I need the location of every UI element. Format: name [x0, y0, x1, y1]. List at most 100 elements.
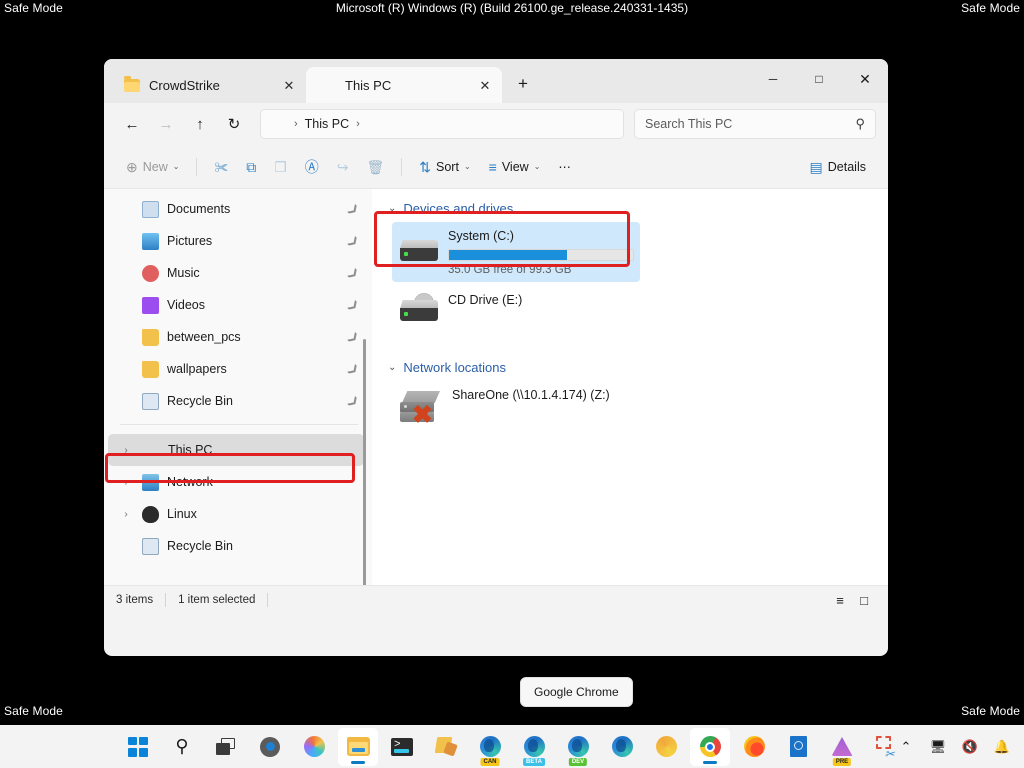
volume-muted-icon[interactable]: 🔇	[956, 732, 984, 762]
chevron-down-icon[interactable]: ⌄	[388, 362, 396, 373]
sidebar-item-documents[interactable]: Documents ❯	[108, 193, 364, 225]
notifications-icon[interactable]: 🔔	[988, 732, 1016, 762]
new-label: New	[142, 159, 168, 174]
task-view-button[interactable]	[206, 728, 246, 766]
folder-icon	[142, 328, 159, 346]
breadcrumb-item-this-pc[interactable]: This PC	[305, 117, 349, 131]
sidebar-item-label: wallpapers	[167, 362, 227, 376]
edge-canary-button[interactable]: CAN	[470, 728, 510, 766]
breadcrumb-separator-trailing[interactable]: ›	[356, 118, 360, 130]
hard-drive-icon	[400, 238, 438, 268]
plus-circle-icon: ⊕	[126, 158, 138, 175]
search-input[interactable]: Search This PC	[645, 117, 855, 131]
close-button[interactable]: ✕	[842, 59, 888, 99]
edge-icon	[523, 736, 545, 757]
premiere-button[interactable]: PRE	[822, 728, 862, 766]
sidebar-item-recycle-bin-pinned[interactable]: Recycle Bin ❯	[108, 385, 364, 417]
edge-dev-button[interactable]: DEV	[558, 728, 598, 766]
show-hidden-icons-button[interactable]: ⌃	[892, 732, 920, 762]
maximize-button[interactable]: □	[796, 59, 842, 99]
drive-usage-fill	[449, 250, 567, 260]
pin-icon[interactable]: ❯	[346, 201, 362, 217]
address-bar[interactable]: › This PC ›	[260, 109, 624, 139]
sidebar-item-videos[interactable]: Videos ❯	[108, 289, 364, 321]
copy-icon: ⧉	[246, 158, 257, 175]
sidebar-scrollbar[interactable]	[363, 339, 366, 585]
pin-icon[interactable]: ❯	[346, 329, 362, 345]
network-icon[interactable]: 🖥	[924, 732, 952, 762]
sidebar-item-between-pcs[interactable]: between_pcs ❯	[108, 321, 364, 353]
pin-icon[interactable]: ❯	[346, 361, 362, 377]
sidebar-item-music[interactable]: Music ❯	[108, 257, 364, 289]
search-button[interactable]: ⚲	[162, 728, 202, 766]
minimize-button[interactable]: ─	[750, 59, 796, 99]
pin-icon[interactable]: ❯	[346, 393, 362, 409]
pin-icon[interactable]: ❯	[346, 265, 362, 281]
sidebar-item-pictures[interactable]: Pictures ❯	[108, 225, 364, 257]
chevron-right-icon[interactable]: ›	[118, 509, 134, 520]
network-drive-name: ShareOne (\\10.1.4.174) (Z:)	[452, 388, 610, 402]
tab-close-icon[interactable]: ✕	[278, 74, 300, 96]
refresh-button[interactable]: ↻	[218, 109, 250, 139]
command-bar: ⊕ New ⌄ ✀ ⧉ ❐ Ⓐ ↪ 🗑 ⇅ Sort ⌄ ≡ View ⌄ ⋯	[104, 145, 888, 189]
sidebar-divider	[120, 424, 358, 425]
sidebar-item-this-pc[interactable]: › This PC	[108, 434, 364, 466]
group-title: Network locations	[403, 360, 506, 375]
search-icon[interactable]: ⚲	[855, 116, 865, 132]
drive-tile-system-c[interactable]: System (C:) 35.0 GB free of 99.3 GB	[392, 222, 640, 282]
edge-beta-button[interactable]: BETA	[514, 728, 554, 766]
cut-button[interactable]: ✀	[206, 152, 236, 182]
chevron-down-icon: ⌄	[172, 162, 180, 171]
firefox-button[interactable]	[734, 728, 774, 766]
chevron-right-icon[interactable]: ›	[118, 477, 134, 488]
more-options-button[interactable]: ⋯	[550, 152, 579, 182]
paste-button[interactable]: ❐	[266, 152, 295, 182]
back-button[interactable]: ←	[116, 109, 148, 139]
sort-icon: ⇅	[419, 158, 431, 175]
edge-button[interactable]	[602, 728, 642, 766]
copilot-button[interactable]	[294, 728, 334, 766]
new-button[interactable]: ⊕ New ⌄	[118, 152, 187, 182]
settings-button[interactable]	[250, 728, 290, 766]
sidebar-item-network[interactable]: › Network	[108, 466, 364, 498]
new-tab-button[interactable]: +	[508, 69, 538, 99]
copy-button[interactable]: ⧉	[238, 152, 264, 182]
list-view-button[interactable]: ≡	[828, 589, 852, 611]
sort-button[interactable]: ⇅ Sort ⌄	[411, 152, 478, 182]
docs-button[interactable]	[778, 728, 818, 766]
pin-icon[interactable]: ❯	[346, 233, 362, 249]
chrome-canary-button[interactable]	[646, 728, 686, 766]
tab-crowdstrike[interactable]: CrowdStrike ✕	[110, 67, 306, 103]
sidebar-item-linux[interactable]: › Linux	[108, 498, 364, 530]
google-chrome-button[interactable]	[690, 727, 730, 766]
group-header-network-locations[interactable]: ⌄ Network locations	[388, 360, 888, 375]
search-box[interactable]: Search This PC ⚲	[634, 109, 876, 139]
file-explorer-button[interactable]	[338, 727, 378, 766]
terminal-button[interactable]	[382, 728, 422, 766]
group-header-devices-and-drives[interactable]: ⌄ Devices and drives	[388, 201, 888, 216]
sidebar-item-recycle-bin[interactable]: Recycle Bin	[108, 530, 364, 562]
details-view-button[interactable]: □	[852, 589, 876, 611]
notepadpp-button[interactable]	[426, 728, 466, 766]
forward-button[interactable]: →	[150, 109, 182, 139]
up-button[interactable]: ↑	[184, 109, 216, 139]
share-button[interactable]: ↪	[329, 152, 357, 182]
network-drive-tile-shareone[interactable]: ✖ ShareOne (\\10.1.4.174) (Z:)	[392, 381, 672, 431]
details-pane-button[interactable]: ▤ Details	[802, 152, 874, 182]
rename-button[interactable]: Ⓐ	[297, 152, 327, 182]
beta-badge: BETA	[523, 757, 545, 766]
sidebar-item-wallpapers[interactable]: wallpapers ❯	[108, 353, 364, 385]
cd-drive-icon	[400, 293, 438, 328]
chevron-right-icon[interactable]: ›	[118, 445, 134, 456]
pin-icon[interactable]: ❯	[346, 297, 362, 313]
start-button[interactable]	[118, 728, 158, 766]
edge-icon	[479, 736, 501, 757]
delete-button[interactable]: 🗑	[358, 152, 392, 182]
tab-close-icon[interactable]: ✕	[474, 74, 496, 96]
file-explorer-window: CrowdStrike ✕ This PC ✕ + ─ □ ✕ ← → ↑ ↻ …	[104, 59, 888, 656]
chevron-down-icon[interactable]: ⌄	[388, 203, 396, 214]
tab-this-pc[interactable]: This PC ✕	[306, 67, 502, 103]
window-controls: ─ □ ✕	[750, 59, 888, 99]
view-button[interactable]: ≡ View ⌄	[481, 152, 549, 182]
drive-tile-cd-drive-e[interactable]: CD Drive (E:)	[392, 286, 640, 334]
